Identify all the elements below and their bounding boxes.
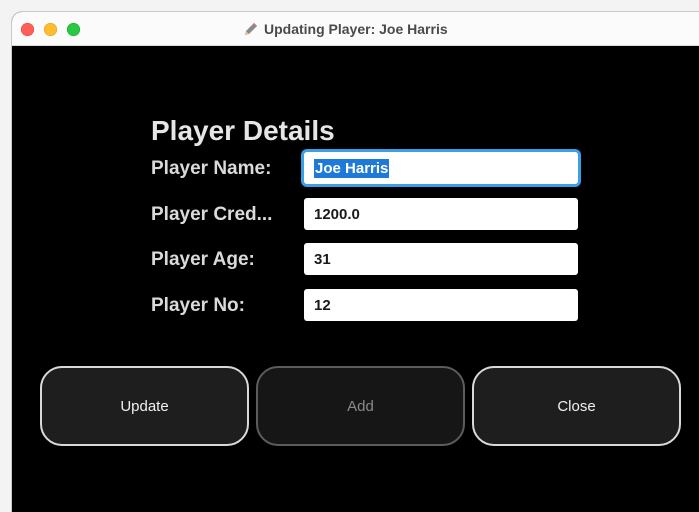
player-no-field[interactable]: 12 bbox=[304, 289, 578, 321]
player-no-label: Player No: bbox=[151, 295, 245, 316]
player-no-value: 12 bbox=[314, 296, 331, 314]
player-age-value: 31 bbox=[314, 250, 331, 268]
pencil-icon bbox=[245, 23, 257, 35]
add-button[interactable]: Add bbox=[256, 366, 465, 446]
window-minimize-button[interactable] bbox=[44, 23, 57, 36]
window-title: Updating Player: Joe Harris bbox=[243, 20, 448, 38]
player-name-field[interactable]: Joe Harris bbox=[304, 152, 578, 184]
window-close-button[interactable] bbox=[21, 23, 34, 36]
player-age-label: Player Age: bbox=[151, 249, 255, 270]
window-title-text: Updating Player: Joe Harris bbox=[264, 21, 448, 37]
player-credit-label: Player Cred... bbox=[151, 204, 273, 225]
page-title: Player Details bbox=[151, 115, 335, 146]
player-credit-value: 1200.0 bbox=[314, 205, 360, 223]
player-age-field[interactable]: 31 bbox=[304, 243, 578, 275]
player-name-label: Player Name: bbox=[151, 158, 272, 179]
player-name-value: Joe Harris bbox=[314, 158, 390, 178]
title-bar[interactable]: Updating Player: Joe Harris bbox=[12, 12, 699, 46]
app-window: Updating Player: Joe Harris Player Detai… bbox=[12, 12, 699, 512]
update-button[interactable]: Update bbox=[40, 366, 249, 446]
player-credit-field[interactable]: 1200.0 bbox=[304, 198, 578, 230]
close-button[interactable]: Close bbox=[472, 366, 681, 446]
window-zoom-button[interactable] bbox=[67, 23, 80, 36]
player-form: Player Details Player Name: Joe Harris P… bbox=[12, 46, 699, 512]
